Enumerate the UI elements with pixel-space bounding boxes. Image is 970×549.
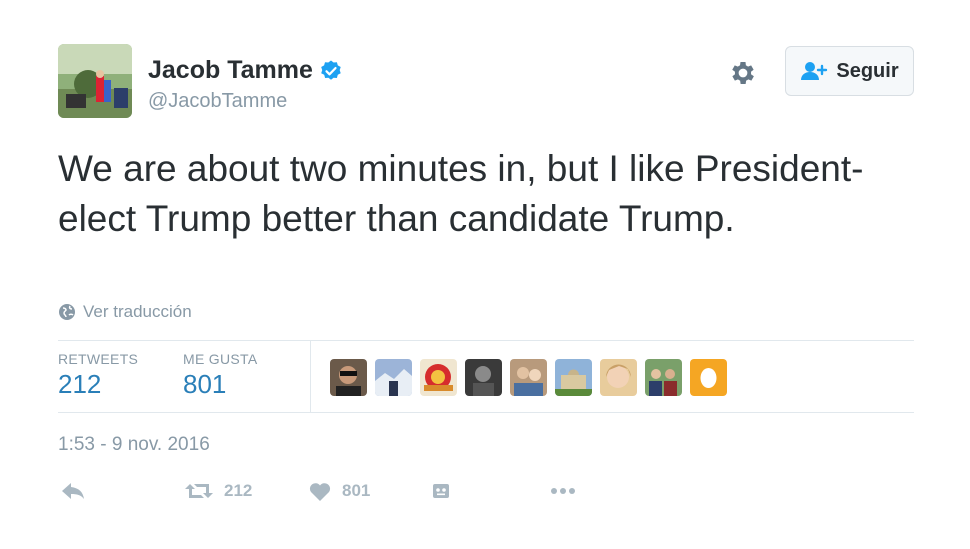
stats-divider	[310, 341, 311, 413]
reply-icon	[62, 483, 84, 499]
retweets-label: RETWEETS	[58, 351, 139, 367]
liker-avatar[interactable]	[330, 359, 367, 396]
more-dots-icon	[551, 488, 575, 494]
user-handle[interactable]: @JacobTamme	[148, 90, 287, 113]
likes-count: 801	[183, 369, 227, 399]
liker-avatar[interactable]	[420, 359, 457, 396]
liker-avatar[interactable]	[645, 359, 682, 396]
like-count: 801	[342, 481, 371, 500]
user-fullname[interactable]: Jacob Tamme	[148, 56, 313, 85]
heart-icon	[309, 483, 331, 501]
likes-stat[interactable]: ME GUSTA 801	[183, 351, 257, 400]
user-avatar[interactable]	[58, 44, 132, 118]
retweet-icon	[185, 484, 213, 498]
tweet-stats: RETWEETS 212 ME GUSTA 801	[58, 340, 914, 413]
follow-label: Seguir	[836, 59, 899, 82]
like-button[interactable]: 801	[308, 480, 370, 502]
follow-button[interactable]: Seguir	[785, 46, 914, 96]
liker-avatar[interactable]	[510, 359, 547, 396]
analytics-button[interactable]	[430, 480, 452, 502]
more-button[interactable]	[548, 480, 578, 502]
liker-avatar[interactable]	[465, 359, 502, 396]
liker-avatar[interactable]	[600, 359, 637, 396]
retweets-stat[interactable]: RETWEETS 212	[58, 351, 138, 400]
tweet-text: We are about two minutes in, but I like …	[58, 148, 864, 239]
retweet-count: 212	[224, 481, 253, 500]
user-name-row: Jacob Tamme	[148, 56, 343, 85]
liker-avatar-default[interactable]	[690, 359, 727, 396]
moments-icon	[433, 484, 449, 498]
translate-link[interactable]: Ver traducción	[58, 302, 192, 322]
translate-label: Ver traducción	[83, 302, 192, 321]
reply-button[interactable]	[60, 480, 86, 502]
gear-icon[interactable]	[728, 58, 758, 88]
add-user-icon	[801, 62, 828, 80]
likes-label: ME GUSTA	[183, 351, 258, 367]
liker-avatar[interactable]	[555, 359, 592, 396]
likers-avatars	[330, 359, 727, 396]
retweet-button[interactable]: 212	[184, 480, 252, 502]
tweet-timestamp[interactable]: 1:53 - 9 nov. 2016	[58, 434, 210, 456]
verified-badge-icon	[321, 60, 341, 80]
liker-avatar[interactable]	[375, 359, 412, 396]
retweets-count: 212	[58, 369, 102, 399]
tweet-actions: 212 801	[58, 480, 658, 512]
globe-icon	[59, 304, 75, 320]
